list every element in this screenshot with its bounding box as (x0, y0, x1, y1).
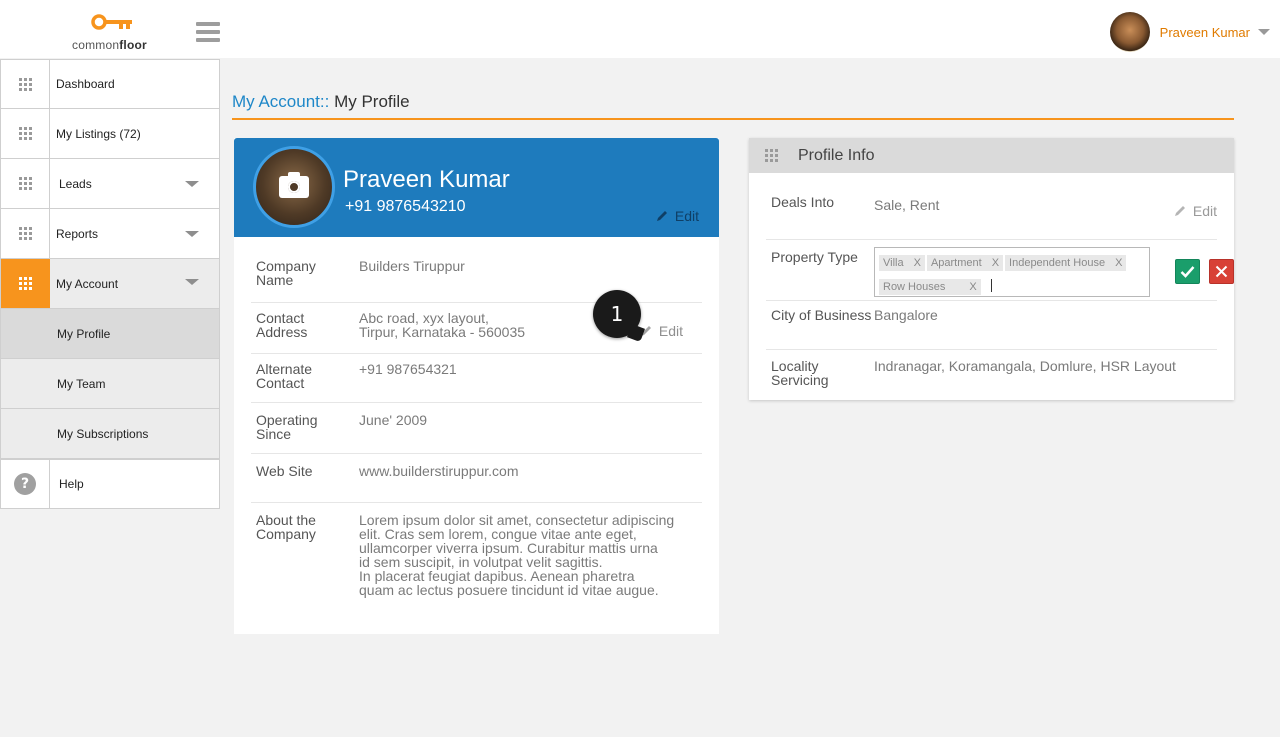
text-cursor (990, 279, 992, 292)
detail-label: Operating Since (256, 412, 318, 442)
profile-info-details: Deals Into Sale, Rent Edit Property Type… (749, 173, 1234, 387)
sidebar-subitem-my-team[interactable]: My Team (0, 359, 220, 409)
logo-wordmark: commonfloor (72, 38, 147, 52)
grid-icon (18, 277, 32, 290)
detail-label: Property Type (771, 249, 858, 265)
detail-label: City of Business (771, 307, 872, 323)
save-property-type-button[interactable] (1175, 259, 1200, 284)
camera-icon (279, 172, 309, 198)
profile-phone: +91 9876543210 (345, 198, 466, 215)
sidebar-item-reports[interactable]: Reports (0, 209, 220, 259)
remove-tag-icon[interactable]: X (914, 257, 921, 269)
detail-value: Indranagar, Koramangala, Domlure, HSR La… (874, 358, 1176, 374)
help-icon: ? (14, 473, 36, 495)
sidebar-item-my-account[interactable]: My Account (0, 259, 220, 309)
detail-row-alternate-contact: Alternate Contact +91 987654321 (251, 354, 702, 403)
page-title-text: My Profile (334, 92, 410, 111)
edit-profile-header-button[interactable]: Edit (655, 208, 699, 224)
grid-icon (18, 77, 32, 91)
detail-row-about-company: About the Company Lorem ipsum dolor sit … (251, 503, 702, 597)
pencil-icon (1174, 206, 1185, 216)
sidebar-item-label: My Account (56, 276, 119, 291)
chevron-down-icon (185, 231, 199, 237)
menu-toggle-button[interactable] (196, 22, 220, 44)
detail-row-company-name: Company Name Builders Tiruppur (251, 237, 702, 303)
info-row-property-type: Property Type Villa X Apartment X Independen… (766, 240, 1234, 301)
commonfloor-logo[interactable]: commonfloor (68, 12, 154, 54)
detail-label: Locality Servicing (771, 358, 829, 388)
sidebar-item-label: Reports (56, 226, 99, 241)
detail-value: +91 987654321 (359, 361, 457, 377)
sidebar-subitem-my-profile[interactable]: My Profile (0, 309, 220, 359)
profile-info-header: Profile Info (749, 138, 1234, 173)
profile-card: Praveen Kumar +91 9876543210 Edit Compan… (234, 138, 719, 634)
remove-tag-icon[interactable]: X (969, 281, 976, 293)
detail-label: Web Site (256, 463, 313, 479)
tag-chip: Apartment X (926, 255, 1004, 271)
avatar (1109, 12, 1150, 52)
detail-value: Builders Tiruppur (359, 258, 465, 274)
detail-label: About the Company (256, 512, 316, 542)
grid-icon (18, 177, 32, 190)
edit-deals-into-button[interactable]: Edit (1173, 203, 1217, 219)
detail-label: Alternate Contact (256, 361, 313, 391)
detail-label: Deals Into (771, 194, 835, 210)
pencil-icon (656, 211, 667, 221)
detail-value: Bangalore (874, 307, 938, 323)
sidebar-item-help[interactable]: ? Help (0, 459, 220, 509)
panel-title: Profile Info (798, 146, 875, 164)
sidebar-item-label: Help (59, 477, 84, 491)
remove-tag-icon[interactable]: X (992, 257, 999, 269)
tag-chip: Row Houses X (879, 279, 981, 295)
detail-label: Company Name (256, 258, 316, 288)
chevron-down-icon (1258, 29, 1270, 35)
tag-chip: Independent House X (1005, 255, 1127, 271)
hamburger-icon (196, 22, 220, 26)
step-badge: 1 (593, 290, 641, 338)
detail-value: Sale, Rent (874, 197, 940, 213)
info-row-deals-into: Deals Into Sale, Rent Edit (766, 173, 1217, 240)
breadcrumb[interactable]: My Account:: (232, 92, 329, 111)
sidebar-subitem-my-subscriptions[interactable]: My Subscriptions (0, 409, 220, 459)
close-icon (1215, 265, 1228, 278)
tag-chip: Villa X (879, 255, 925, 271)
sidebar-item-leads[interactable]: Leads (0, 159, 220, 209)
sidebar: Dashboard My Listings (72) Leads Reports… (0, 59, 220, 509)
key-logo-icon (91, 14, 132, 30)
detail-value[interactable]: www.builderstiruppur.com (351, 464, 697, 502)
property-type-tag-input[interactable]: Villa X Apartment X Independent House X Row H… (874, 247, 1150, 297)
info-row-city-of-business: City of Business Bangalore (766, 301, 1217, 350)
sidebar-item-my-listings[interactable]: My Listings (72) (0, 109, 220, 159)
cancel-property-type-button[interactable] (1209, 259, 1234, 284)
top-bar: commonfloor Praveen Kumar (0, 0, 1280, 58)
grid-icon (765, 149, 778, 162)
sidebar-item-label: Dashboard (56, 77, 115, 91)
info-row-locality-servicing: Locality Servicing Indranagar, Koramanga… (766, 350, 1217, 387)
chevron-down-icon (185, 279, 199, 285)
user-name: Praveen Kumar (1159, 24, 1250, 40)
chevron-down-icon (185, 181, 199, 187)
profile-photo-upload[interactable] (253, 146, 335, 228)
detail-label: Contact Address (256, 310, 308, 340)
page-title: My Account:: My Profile (232, 92, 410, 112)
grid-icon (18, 227, 32, 240)
edit-contact-address-button[interactable]: Edit (639, 323, 683, 339)
detail-row-operating-since: Operating Since June' 2009 (251, 403, 702, 454)
profile-name: Praveen Kumar (343, 166, 510, 193)
grid-icon (18, 127, 32, 140)
detail-value: Lorem ipsum dolor sit amet, consectetur … (359, 512, 675, 598)
user-menu[interactable]: Praveen Kumar (1109, 12, 1270, 52)
profile-header: Praveen Kumar +91 9876543210 Edit (234, 138, 719, 237)
checkmark-icon (1180, 266, 1195, 278)
sidebar-item-dashboard[interactable]: Dashboard (0, 59, 220, 109)
profile-info-panel: Profile Info Deals Into Sale, Rent Edit … (749, 138, 1234, 400)
sidebar-item-label: Leads (59, 176, 92, 191)
profile-details: Company Name Builders Tiruppur Contact A… (234, 237, 719, 597)
title-divider (232, 118, 1234, 120)
detail-row-web-site: Web Site www.builderstiruppur.com (251, 454, 702, 503)
sidebar-item-label: My Listings (72) (56, 126, 141, 141)
remove-tag-icon[interactable]: X (1115, 257, 1122, 269)
detail-value: June' 2009 (359, 412, 428, 428)
